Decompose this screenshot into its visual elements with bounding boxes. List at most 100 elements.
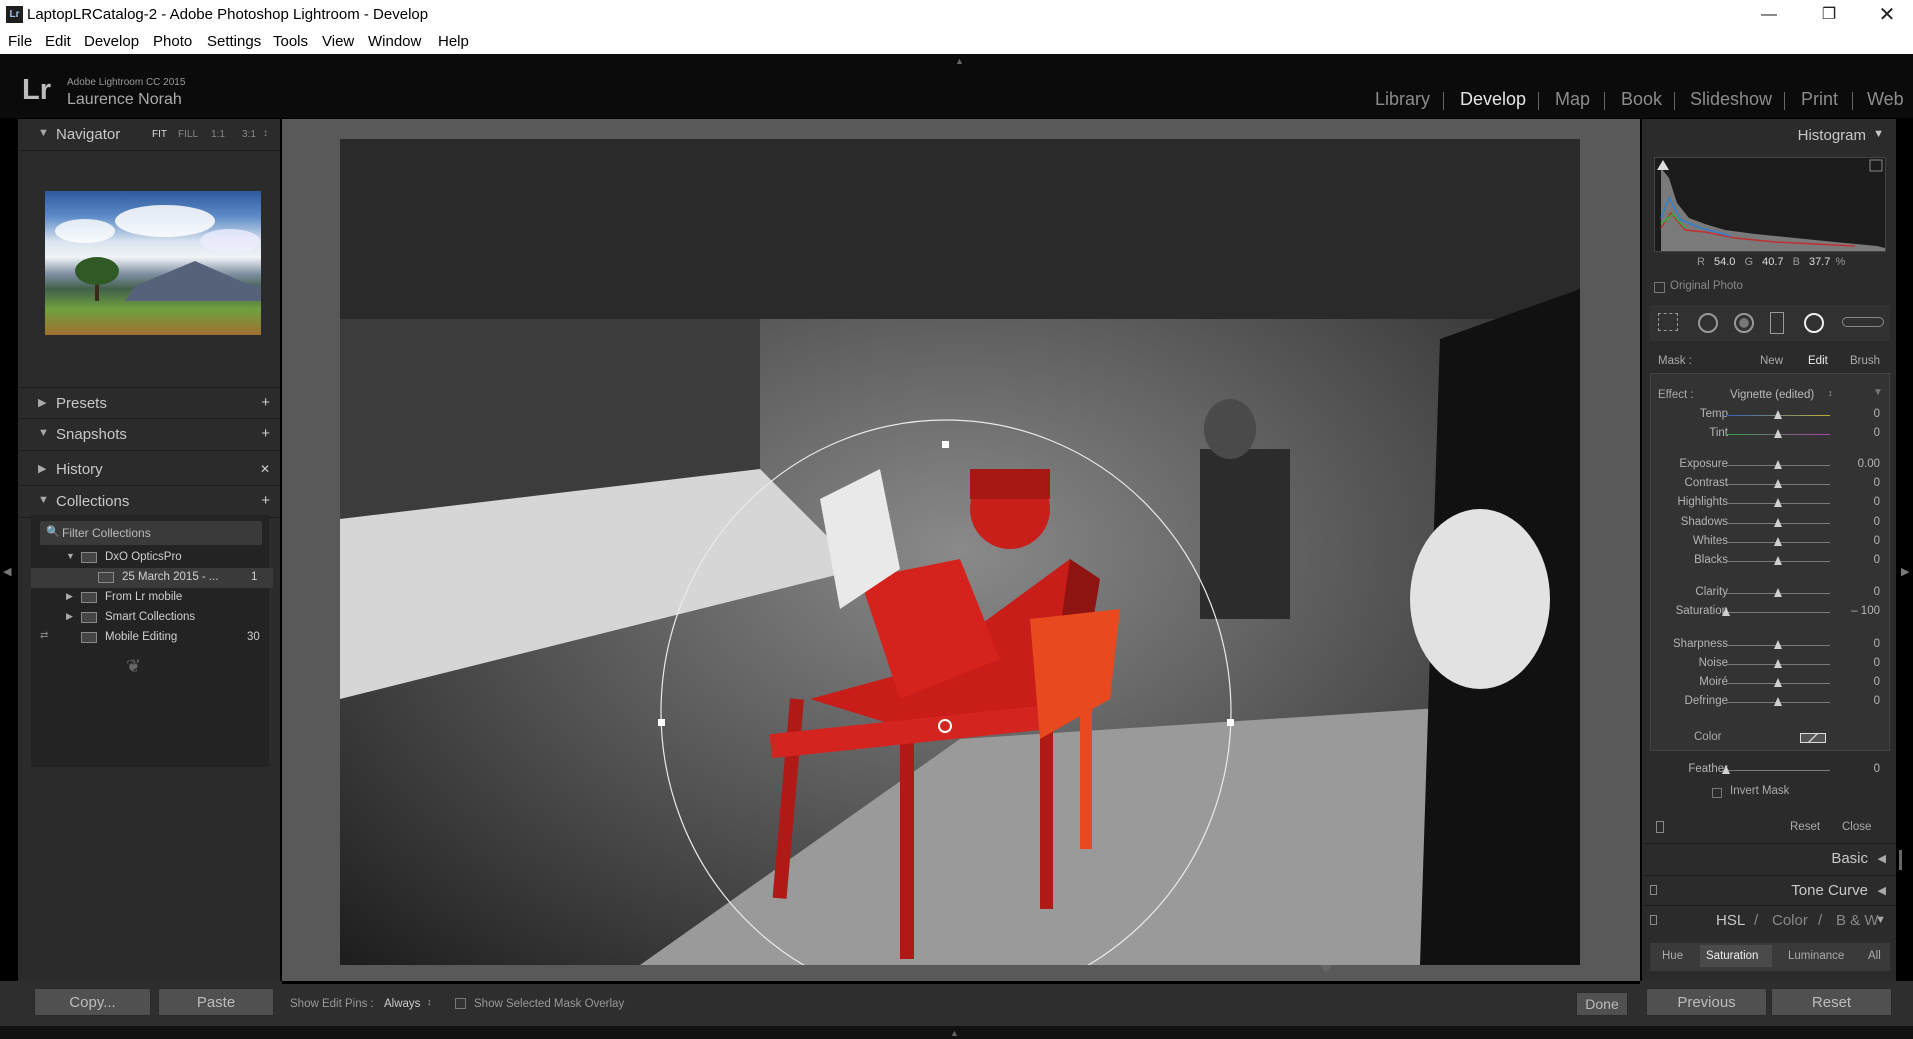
zoom-menu-icon[interactable]: ↕ <box>263 128 268 139</box>
module-web[interactable]: Web <box>1867 89 1904 110</box>
effect-preset-select[interactable]: Vignette (edited) <box>1730 389 1814 401</box>
slider-value[interactable]: 0 <box>1830 516 1880 528</box>
slider-noise[interactable]: Noise 0 <box>1642 655 1896 673</box>
done-button[interactable]: Done <box>1576 992 1628 1016</box>
slider-blacks[interactable]: Blacks 0 <box>1642 552 1896 570</box>
navigator-preview[interactable] <box>45 191 261 335</box>
minimize-icon[interactable]: — <box>1746 2 1792 28</box>
mask-handle-right[interactable] <box>1227 719 1234 726</box>
clear-history-icon[interactable]: ✕ <box>260 462 270 476</box>
zoom-fit[interactable]: FIT <box>152 129 167 140</box>
slider-track[interactable] <box>1726 612 1830 613</box>
collapse-bottom-icon[interactable] <box>1320 965 1332 973</box>
slider-thumb[interactable] <box>1774 460 1782 469</box>
close-icon[interactable]: ✕ <box>1864 2 1910 28</box>
slider-whites[interactable]: Whites 0 <box>1642 533 1896 551</box>
collection-row[interactable]: ⇄ Mobile Editing 30 <box>31 628 273 648</box>
slider-value[interactable]: 0 <box>1830 477 1880 489</box>
add-snapshot-icon[interactable]: + <box>261 425 270 442</box>
show-edit-pins-select[interactable]: Always <box>384 998 420 1010</box>
menu-window[interactable]: Window <box>368 33 421 50</box>
presets-header[interactable]: ▶ Presets + <box>18 387 280 419</box>
slider-highlights[interactable]: Highlights 0 <box>1642 494 1896 512</box>
slider-shadows[interactable]: Shadows 0 <box>1642 514 1896 532</box>
reset-button[interactable]: Reset <box>1771 988 1892 1016</box>
color-swatch[interactable] <box>1800 733 1826 743</box>
slider-value[interactable]: 0 <box>1830 695 1880 707</box>
add-preset-icon[interactable]: + <box>261 394 270 411</box>
slider-thumb[interactable] <box>1722 607 1730 616</box>
dropdown-arrows-icon[interactable]: ↕ <box>1828 388 1833 398</box>
tone-curve-header[interactable]: Tone Curve ◀ <box>1642 875 1896 905</box>
slider-clarity[interactable]: Clarity 0 <box>1642 584 1896 602</box>
slider-saturation[interactable]: Saturation – 100 <box>1642 603 1896 621</box>
graduated-filter-icon[interactable] <box>1770 312 1784 334</box>
slider-value[interactable]: – 100 <box>1830 605 1880 617</box>
snapshots-header[interactable]: ▼ Snapshots + <box>18 419 280 451</box>
menu-tools[interactable]: Tools <box>273 33 308 50</box>
radial-filter-icon[interactable] <box>1804 313 1824 333</box>
zoom-fill[interactable]: FILL <box>178 129 198 140</box>
switch-icon[interactable] <box>1656 821 1664 833</box>
slider-value[interactable]: 0 <box>1830 676 1880 688</box>
all-subtab[interactable]: All <box>1868 950 1881 962</box>
slider-track[interactable] <box>1726 770 1830 771</box>
histogram-chart[interactable] <box>1654 157 1886 252</box>
collapse-triangle-icon[interactable]: ▼ <box>1873 387 1883 398</box>
luminance-subtab[interactable]: Luminance <box>1788 950 1844 962</box>
slider-value[interactable]: 0 <box>1830 657 1880 669</box>
mask-edit-button[interactable]: Edit <box>1808 355 1828 367</box>
mask-handle-top[interactable] <box>942 441 949 448</box>
collection-set-row[interactable]: ▼ DxO OpticsPro <box>31 548 273 568</box>
mask-new-button[interactable]: New <box>1760 355 1783 367</box>
collection-set-row[interactable]: ▶ Smart Collections <box>31 608 273 628</box>
slider-value[interactable]: 0 <box>1830 638 1880 650</box>
collapse-left-icon[interactable]: ◀ <box>3 565 11 578</box>
photo-canvas[interactable] <box>340 139 1580 965</box>
mask-reset-button[interactable]: Reset <box>1790 821 1820 833</box>
slider-value[interactable]: 0 <box>1830 408 1880 420</box>
slider-value[interactable]: 0 <box>1830 554 1880 566</box>
navigator-header[interactable]: ▼ Navigator FIT FILL 1:1 3:1 ↕ <box>18 119 280 151</box>
scrollbar-thumb[interactable] <box>1899 850 1902 870</box>
slider-thumb[interactable] <box>1774 479 1782 488</box>
module-develop[interactable]: Develop <box>1460 89 1526 110</box>
slider-thumb[interactable] <box>1774 588 1782 597</box>
expand-triangle-icon[interactable]: ▶ <box>66 611 73 622</box>
slider-moir[interactable]: Moiré 0 <box>1642 674 1896 692</box>
invert-mask-checkbox[interactable] <box>1712 788 1722 798</box>
expand-filmstrip-icon[interactable]: ▲ <box>950 1028 959 1038</box>
slider-thumb[interactable] <box>1774 410 1782 419</box>
collections-header[interactable]: ▼ Collections + <box>18 486 280 518</box>
original-photo-checkbox[interactable] <box>1654 282 1665 293</box>
slider-thumb[interactable] <box>1774 429 1782 438</box>
slider-thumb[interactable] <box>1774 556 1782 565</box>
slider-thumb[interactable] <box>1774 678 1782 687</box>
slider-tint[interactable]: Tint 0 <box>1642 425 1896 443</box>
menu-develop[interactable]: Develop <box>84 33 139 50</box>
red-eye-icon[interactable] <box>1734 313 1754 333</box>
hsl-header[interactable]: HSL / Color / B & W ▼ <box>1642 905 1896 935</box>
menu-help[interactable]: Help <box>438 33 469 50</box>
spot-removal-icon[interactable] <box>1698 313 1718 333</box>
slider-thumb[interactable] <box>1774 659 1782 668</box>
zoom-1-1[interactable]: 1:1 <box>211 129 225 140</box>
slider-value[interactable]: 0 <box>1830 535 1880 547</box>
slider-value[interactable]: 0 <box>1830 496 1880 508</box>
module-map[interactable]: Map <box>1555 89 1590 110</box>
histogram-header[interactable]: Histogram ▼ <box>1642 119 1896 151</box>
adjustment-brush-icon[interactable] <box>1842 317 1884 327</box>
collapse-triangle-icon[interactable]: ▼ <box>66 551 75 561</box>
menu-photo[interactable]: Photo <box>153 33 192 50</box>
color-tab[interactable]: Color <box>1772 912 1808 929</box>
copy-button[interactable]: Copy... <box>34 988 151 1016</box>
collection-row-selected[interactable]: 25 March 2015 - ... 1 <box>31 568 273 588</box>
mask-brush-button[interactable]: Brush <box>1850 355 1880 367</box>
menu-edit[interactable]: Edit <box>45 33 71 50</box>
zoom-3-1[interactable]: 3:1 <box>242 129 256 140</box>
slider-thumb[interactable] <box>1774 518 1782 527</box>
slider-defringe[interactable]: Defringe 0 <box>1642 693 1896 711</box>
slider-value[interactable]: 0.00 <box>1830 458 1880 470</box>
slider-sharpness[interactable]: Sharpness 0 <box>1642 636 1896 654</box>
restore-icon[interactable]: ❐ <box>1806 2 1852 28</box>
